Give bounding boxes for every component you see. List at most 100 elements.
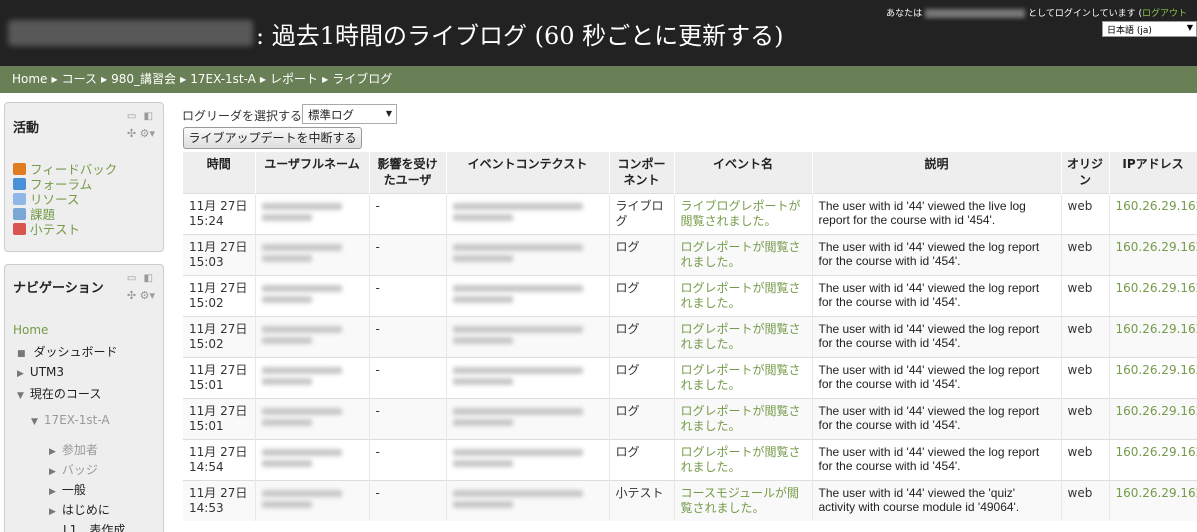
nav-dashboard[interactable]: ■ ダッシュボード: [17, 343, 118, 360]
cell-context-redacted[interactable]: [446, 233, 610, 275]
nav-intro[interactable]: ▶ はじめに: [49, 501, 110, 518]
block-collapse-icon[interactable]: ▭ ◧: [127, 111, 155, 122]
cell-user-redacted[interactable]: [255, 274, 370, 316]
breadcrumb-arrow-icon: ▶: [322, 75, 329, 84]
cell-origin: web: [1061, 233, 1110, 275]
table-row: 11月 27日 15:02 - ログ ログレポートが閲覧されました。 The user w…: [183, 274, 1197, 316]
cell-user-redacted[interactable]: [255, 233, 370, 275]
language-value: 日本語 (ja): [1107, 26, 1152, 36]
cell-event-name-link[interactable]: コースモジュールが閲覧されました。: [674, 479, 813, 521]
nav-badges[interactable]: ▶ バッジ: [49, 461, 98, 478]
nav-l1[interactable]: L1 表作成: [63, 521, 125, 532]
caret-right-icon: ▶: [17, 369, 24, 379]
breadcrumb-livelog: ライブログ: [332, 72, 393, 86]
breadcrumb-arrow-icon: ▶: [101, 75, 108, 84]
language-select[interactable]: 日本語 (ja) ▼: [1102, 21, 1197, 37]
cell-event-name-link[interactable]: ライブログレポートが閲覧されました。: [674, 192, 813, 234]
login-suffix: としてログインしています (: [1028, 9, 1142, 19]
cell-event-name-link[interactable]: ログレポートが閲覧されました。: [674, 397, 813, 439]
chevron-down-icon: ▼: [385, 109, 392, 118]
cell-event-name-link[interactable]: ログレポートが閲覧されました。: [674, 315, 813, 357]
cell-ip-link[interactable]: 160.26.29.162: [1109, 438, 1197, 480]
cell-context-redacted[interactable]: [446, 438, 610, 480]
caret-down-icon: ▼: [17, 391, 24, 401]
cell-component: ログ: [609, 274, 675, 316]
cell-ip-link[interactable]: 160.26.29.162: [1109, 479, 1197, 521]
cell-user-redacted[interactable]: [255, 315, 370, 357]
bullet-icon: ■: [17, 349, 26, 359]
cell-component: ログ: [609, 315, 675, 357]
logout-link[interactable]: ログアウト: [1142, 9, 1187, 19]
cell-affected-user: -: [369, 315, 447, 357]
chevron-down-icon: ▼: [1186, 23, 1193, 32]
block-actions-icon[interactable]: ✣ ⚙▾: [127, 289, 155, 302]
cell-user-redacted[interactable]: [255, 479, 370, 521]
cell-ip-link[interactable]: 160.26.29.162: [1109, 397, 1197, 439]
col-event-context[interactable]: イベントコンテクスト: [446, 152, 610, 193]
breadcrumb-category[interactable]: 980_講習会: [111, 72, 176, 86]
col-ip-address[interactable]: IPアドレス: [1109, 152, 1197, 193]
site-name-redacted: [8, 20, 253, 46]
nav-current-course[interactable]: ▼ 現在のコース: [17, 385, 101, 402]
cell-ip-link[interactable]: 160.26.29.162: [1109, 192, 1197, 234]
cell-affected-user: -: [369, 397, 447, 439]
col-event-name[interactable]: イベント名: [674, 152, 813, 193]
nav-general[interactable]: ▶ 一般: [49, 481, 86, 498]
cell-user-redacted[interactable]: [255, 356, 370, 398]
cell-user-redacted[interactable]: [255, 438, 370, 480]
caret-right-icon: ▶: [49, 467, 56, 477]
breadcrumb-courses[interactable]: コース: [62, 72, 97, 86]
nav-participants[interactable]: ▶ 参加者: [49, 441, 98, 458]
cell-component: ライブログ: [609, 192, 675, 234]
activity-quiz[interactable]: 小テスト: [13, 219, 80, 238]
breadcrumb-course[interactable]: 17EX-1st-A: [190, 72, 256, 86]
cell-affected-user: -: [369, 356, 447, 398]
log-reader-select[interactable]: 標準ログ ▼: [302, 104, 397, 124]
breadcrumb-reports[interactable]: レポート: [270, 72, 318, 86]
cell-component: 小テスト: [609, 479, 675, 521]
cell-context-redacted[interactable]: [446, 397, 610, 439]
cell-ip-link[interactable]: 160.26.29.162: [1109, 356, 1197, 398]
cell-context-redacted[interactable]: [446, 192, 610, 234]
cell-event-name-link[interactable]: ログレポートが閲覧されました。: [674, 233, 813, 275]
table-row: 11月 27日 15:02 - ログ ログレポートが閲覧されました。 The user w…: [183, 315, 1197, 357]
nav-course[interactable]: ▼ 17EX-1st-A: [31, 413, 110, 427]
cell-user-redacted[interactable]: [255, 397, 370, 439]
nav-utm3[interactable]: ▶ UTM3: [17, 365, 64, 379]
breadcrumb-home[interactable]: Home: [12, 72, 47, 86]
block-collapse-icon[interactable]: ▭ ◧: [127, 273, 155, 284]
pause-live-update-button[interactable]: ライブアップデートを中断する: [183, 127, 362, 149]
nav-home[interactable]: Home: [13, 323, 48, 337]
cell-ip-link[interactable]: 160.26.29.162: [1109, 274, 1197, 316]
col-time[interactable]: 時間: [183, 152, 256, 193]
cell-time: 11月 27日 14:54: [183, 438, 256, 480]
col-description[interactable]: 説明: [812, 152, 1062, 193]
cell-description: The user with id '44' viewed the log rep…: [812, 233, 1062, 275]
username-redacted: [925, 9, 1026, 18]
cell-context-redacted[interactable]: [446, 356, 610, 398]
cell-component: ログ: [609, 356, 675, 398]
col-component[interactable]: コンポーネント: [609, 152, 675, 193]
cell-time: 11月 27日 14:53: [183, 479, 256, 521]
breadcrumb-arrow-icon: ▶: [259, 75, 267, 84]
breadcrumb-arrow-icon: ▶: [180, 75, 187, 84]
cell-origin: web: [1061, 315, 1110, 357]
cell-context-redacted[interactable]: [446, 274, 610, 316]
block-actions-icon[interactable]: ✣ ⚙▾: [127, 127, 155, 140]
cell-origin: web: [1061, 274, 1110, 316]
col-affected-user[interactable]: 影響を受けたユーザ: [369, 152, 447, 193]
col-origin[interactable]: オリジン: [1061, 152, 1110, 193]
cell-ip-link[interactable]: 160.26.29.162: [1109, 233, 1197, 275]
cell-event-name-link[interactable]: ログレポートが閲覧されました。: [674, 438, 813, 480]
table-row: 11月 27日 14:53 - 小テスト コースモジュールが閲覧されました。 The us…: [183, 479, 1197, 521]
col-user-fullname[interactable]: ユーザフルネーム: [255, 152, 370, 193]
cell-context-redacted[interactable]: [446, 315, 610, 357]
cell-event-name-link[interactable]: ログレポートが閲覧されました。: [674, 274, 813, 316]
cell-description: The user with id '44' viewed the live lo…: [812, 192, 1062, 234]
cell-ip-link[interactable]: 160.26.29.162: [1109, 315, 1197, 357]
cell-event-name-link[interactable]: ログレポートが閲覧されました。: [674, 356, 813, 398]
cell-affected-user: -: [369, 274, 447, 316]
cell-user-redacted[interactable]: [255, 192, 370, 234]
cell-context-redacted[interactable]: [446, 479, 610, 521]
cell-description: The user with id '44' viewed the log rep…: [812, 397, 1062, 439]
